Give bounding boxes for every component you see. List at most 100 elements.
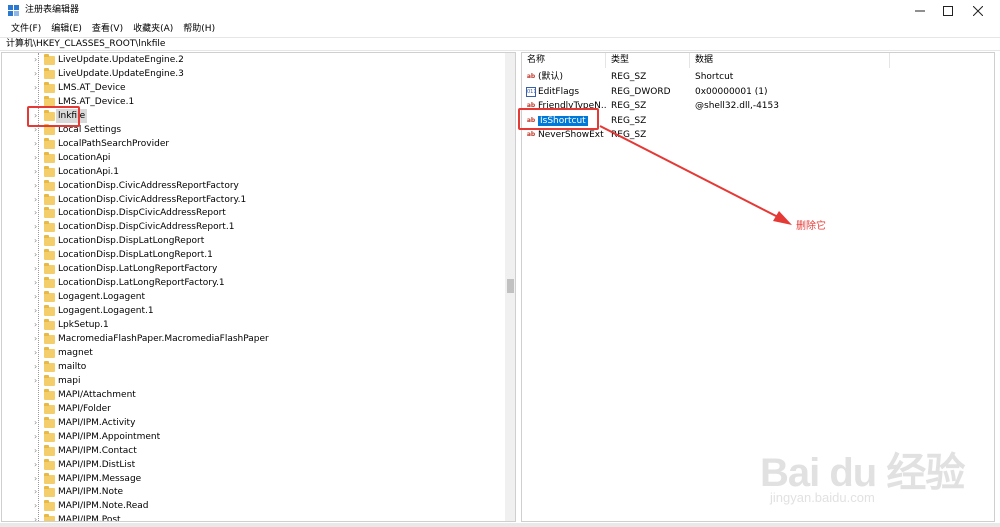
- tree-item-label: MAPI/Folder: [58, 403, 111, 414]
- chevron-right-icon[interactable]: ›: [34, 500, 42, 512]
- tree-item[interactable]: › MAPI/IPM.Activity: [2, 416, 507, 430]
- tree-item-label: MAPI/IPM.Note: [58, 487, 124, 498]
- tree-vertical-scrollbar[interactable]: [505, 53, 515, 521]
- string-value-icon: ab: [526, 131, 536, 138]
- menu-favorites[interactable]: 收藏夹(A): [128, 22, 178, 36]
- chevron-right-icon[interactable]: ›: [34, 194, 42, 206]
- tree-item[interactable]: MAPI/Attachment: [2, 388, 507, 402]
- chevron-right-icon[interactable]: ›: [34, 263, 42, 275]
- tree-item[interactable]: › MAPI/IPM.Message: [2, 472, 507, 486]
- tree-item[interactable]: › LocationDisp.CivicAddressReportFactory.…: [2, 193, 507, 207]
- tree-item[interactable]: › magnet: [2, 346, 507, 360]
- tree-item-label: LiveUpdate.UpdateEngine.2: [58, 55, 184, 65]
- chevron-right-icon[interactable]: ›: [34, 486, 42, 498]
- value-name: (默认): [538, 70, 606, 84]
- folder-icon: [44, 374, 55, 386]
- chevron-right-icon[interactable]: ›: [34, 514, 42, 521]
- tree-item[interactable]: › MAPI/IPM.Contact: [2, 444, 507, 458]
- chevron-right-icon[interactable]: ›: [34, 249, 42, 261]
- tree-item[interactable]: › LiveUpdate.UpdateEngine.3: [2, 67, 507, 81]
- value-row[interactable]: ab (默认) REG_SZ Shortcut: [522, 70, 994, 84]
- chevron-right-icon[interactable]: ›: [34, 235, 42, 247]
- tree-item[interactable]: › LocationDisp.DispCivicAddressReport: [2, 206, 507, 220]
- window-title: 注册表编辑器: [25, 5, 80, 15]
- title-bar: 注册表编辑器: [0, 0, 1000, 22]
- chevron-right-icon[interactable]: ›: [34, 361, 42, 373]
- chevron-right-icon[interactable]: ›: [34, 431, 42, 443]
- tree-item[interactable]: › MAPI/IPM.Note: [2, 485, 507, 499]
- tree-item-label: MAPI/IPM.Contact: [58, 445, 137, 456]
- chevron-right-icon[interactable]: ›: [34, 166, 42, 178]
- tree-item[interactable]: › MAPI/IPM.Note.Read: [2, 499, 507, 513]
- tree-item[interactable]: › LocationDisp.LatLongReportFactory: [2, 262, 507, 276]
- tree-item-label: LocationDisp.LatLongReportFactory: [58, 264, 218, 275]
- chevron-right-icon[interactable]: ›: [34, 68, 42, 80]
- scrollbar-thumb[interactable]: [507, 279, 514, 293]
- value-type: REG_SZ: [611, 72, 647, 82]
- folder-icon: [44, 151, 55, 163]
- value-name-text: EditFlags: [538, 86, 580, 97]
- tree-item[interactable]: › LocationApi: [2, 151, 507, 165]
- chevron-right-icon[interactable]: ›: [34, 375, 42, 387]
- tree-item[interactable]: › LocationDisp.DispLatLongReport: [2, 234, 507, 248]
- chevron-right-icon[interactable]: ›: [34, 138, 42, 150]
- chevron-right-icon[interactable]: ›: [34, 417, 42, 429]
- tree-item[interactable]: › mailto: [2, 360, 507, 374]
- chevron-right-icon[interactable]: ›: [34, 291, 42, 303]
- chevron-right-icon[interactable]: ›: [34, 333, 42, 345]
- tree-item[interactable]: › MAPI/IPM.Appointment: [2, 430, 507, 444]
- tree-item[interactable]: › MacromediaFlashPaper.MacromediaFlashPap…: [2, 332, 507, 346]
- chevron-right-icon[interactable]: ›: [34, 207, 42, 219]
- chevron-right-icon[interactable]: ›: [34, 319, 42, 331]
- chevron-right-icon[interactable]: ›: [34, 473, 42, 485]
- menu-edit[interactable]: 编辑(E): [46, 22, 87, 36]
- folder-icon: [44, 249, 55, 261]
- menu-view[interactable]: 查看(V): [87, 22, 128, 36]
- tree-item-label: MAPI/IPM.Appointment: [58, 431, 161, 442]
- tree-item[interactable]: › Logagent.Logagent: [2, 290, 507, 304]
- chevron-right-icon[interactable]: ›: [34, 347, 42, 359]
- tree-item[interactable]: › LocationDisp.LatLongReportFactory.1: [2, 276, 507, 290]
- value-data: Shortcut: [695, 72, 734, 82]
- folder-icon: [44, 472, 55, 484]
- tree-item-label: MAPI/IPM.DistList: [58, 459, 136, 470]
- value-row[interactable]: ab NeverShowExt REG_SZ: [522, 128, 994, 142]
- tree-item[interactable]: › mapi: [2, 374, 507, 388]
- column-header-data[interactable]: 数据: [690, 53, 890, 68]
- menu-help[interactable]: 帮助(H): [178, 22, 220, 36]
- tree-item[interactable]: › MAPI/IPM.Post: [2, 513, 507, 521]
- tree-item[interactable]: › LocalPathSearchProvider: [2, 137, 507, 151]
- tree-item[interactable]: › Logagent.Logagent.1: [2, 304, 507, 318]
- chevron-right-icon[interactable]: ›: [34, 82, 42, 94]
- tree-item[interactable]: › LiveUpdate.UpdateEngine.2: [2, 53, 507, 67]
- chevron-right-icon[interactable]: ›: [34, 277, 42, 289]
- close-button[interactable]: [962, 0, 994, 22]
- address-bar[interactable]: 计算机\HKEY_CLASSES_ROOT\lnkfile: [0, 37, 1000, 51]
- watermark-url: jingyan.baidu.com: [770, 490, 875, 505]
- chevron-right-icon[interactable]: ›: [34, 221, 42, 233]
- chevron-right-icon[interactable]: ›: [34, 459, 42, 471]
- folder-icon: [44, 123, 55, 135]
- column-header-type[interactable]: 类型: [606, 53, 690, 68]
- chevron-right-icon[interactable]: ›: [34, 54, 42, 66]
- column-header-name[interactable]: 名称: [522, 53, 606, 68]
- tree-item[interactable]: › LocationDisp.CivicAddressReportFactory: [2, 179, 507, 193]
- tree-item[interactable]: › LMS.AT_Device: [2, 81, 507, 95]
- value-type: REG_SZ: [611, 130, 647, 140]
- tree-item[interactable]: › LocationDisp.DispCivicAddressReport.1: [2, 220, 507, 234]
- chevron-right-icon[interactable]: ›: [34, 152, 42, 164]
- maximize-button[interactable]: [932, 0, 964, 22]
- chevron-right-icon[interactable]: ›: [34, 445, 42, 457]
- menu-file[interactable]: 文件(F): [6, 22, 46, 36]
- chevron-right-icon[interactable]: ›: [34, 305, 42, 317]
- tree-item[interactable]: › MAPI/IPM.DistList: [2, 458, 507, 472]
- folder-icon: [44, 193, 55, 205]
- chevron-right-icon[interactable]: ›: [34, 180, 42, 192]
- tree-item[interactable]: MAPI/Folder: [2, 402, 507, 416]
- tree-item[interactable]: › LocationApi.1: [2, 165, 507, 179]
- tree-item[interactable]: › LpkSetup.1: [2, 318, 507, 332]
- close-icon: [973, 6, 983, 16]
- tree-item[interactable]: › LocationDisp.DispLatLongReport.1: [2, 248, 507, 262]
- value-row[interactable]: 011 EditFlags REG_DWORD 0x00000001 (1): [522, 85, 994, 99]
- tree-item-label: LocationDisp.DispLatLongReport: [58, 236, 205, 247]
